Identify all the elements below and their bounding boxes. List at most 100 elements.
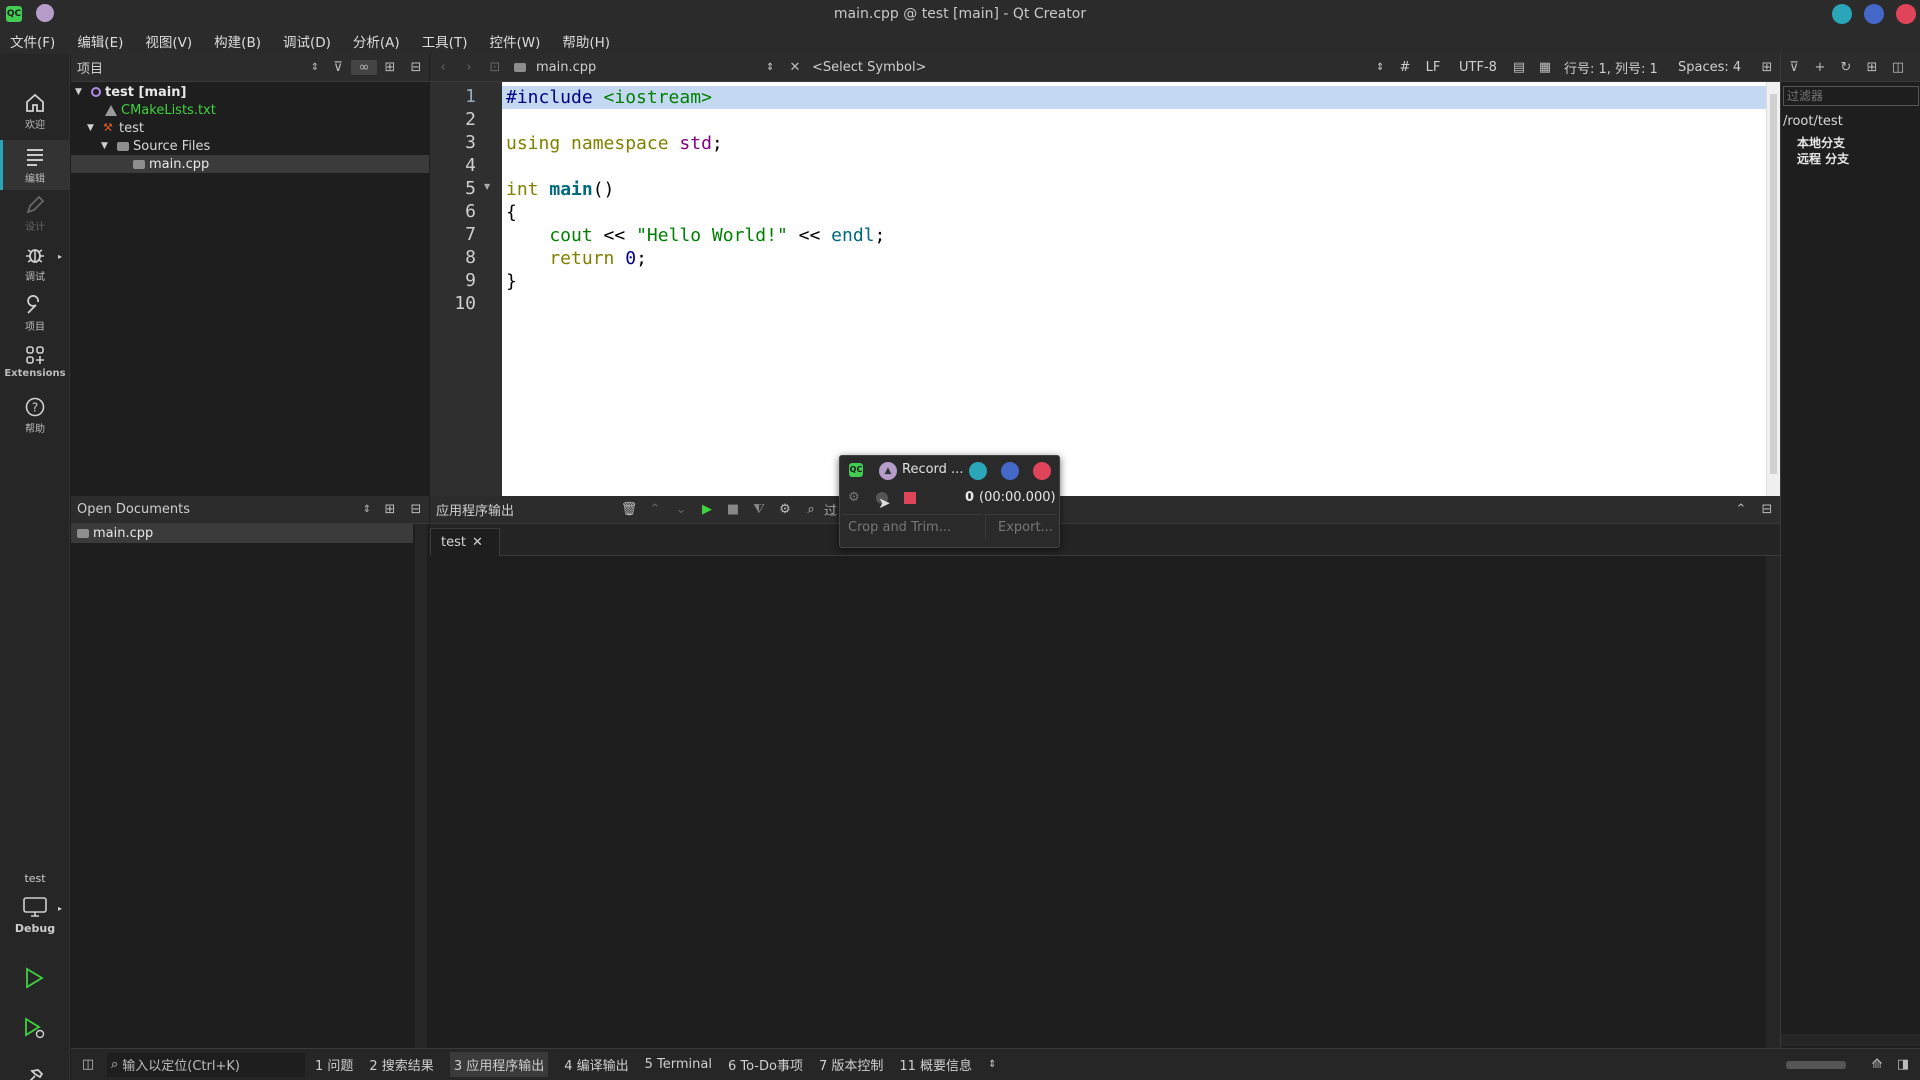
prev-item-icon[interactable]: ⌃ — [642, 502, 668, 517]
open-doc-item[interactable]: main.cpp — [71, 524, 413, 543]
fold-marker-icon[interactable]: ▼ — [484, 182, 490, 191]
file-info-icon[interactable]: ▤ — [1506, 60, 1532, 75]
lock-icon[interactable]: ⊡ — [482, 60, 508, 75]
export-button[interactable]: Export... — [985, 514, 1057, 540]
branch-item-remote[interactable]: 远程 分支 — [1797, 150, 1849, 167]
clear-output-icon[interactable]: 🗑 — [616, 502, 642, 517]
refresh-icon[interactable]: ↻ — [1833, 60, 1859, 75]
split-icon[interactable]: ⊞ — [377, 60, 403, 75]
branch-item-local[interactable]: 本地分支 — [1797, 134, 1845, 151]
recorder-maximize-button[interactable] — [1001, 462, 1019, 480]
tree-item-main-cpp[interactable]: main.cpp — [71, 155, 429, 173]
rerun-icon[interactable]: ▶ — [694, 502, 720, 517]
search-icon[interactable]: ⌕ — [798, 502, 824, 517]
more-panes-arrows-icon[interactable]: ⇕ — [988, 1059, 996, 1070]
output-tab-test[interactable]: test ✕ — [430, 528, 500, 556]
pane-version-control[interactable]: 7 版本控制 — [819, 1055, 883, 1074]
forward-icon[interactable]: › — [456, 60, 482, 75]
git-hscrollbar[interactable] — [1781, 1034, 1920, 1046]
back-icon[interactable]: ‹ — [430, 60, 456, 75]
split-editor-icon[interactable]: ⊞ — [1754, 60, 1780, 75]
document-selector[interactable]: main.cpp — [536, 60, 766, 75]
mode-extensions[interactable]: Extensions — [0, 344, 70, 394]
run-button[interactable] — [22, 966, 46, 990]
menu-analyze[interactable]: 分析(A) — [349, 29, 404, 53]
minimize-button[interactable] — [1832, 4, 1852, 24]
build-button[interactable] — [22, 1066, 46, 1080]
scroll-thumb[interactable] — [1770, 94, 1777, 474]
close-document-icon[interactable]: ✕ — [782, 60, 808, 75]
toggle-sidebar-icon[interactable]: ◫ — [75, 1057, 101, 1072]
mode-help[interactable]: ? 帮助 — [0, 396, 70, 446]
maximize-panel-icon[interactable]: ⌃ — [1728, 502, 1754, 517]
branch-filter-input[interactable] — [1783, 86, 1919, 106]
menu-debug[interactable]: 调试(D) — [279, 29, 335, 53]
symbol-selector-arrows-icon[interactable]: ⇕ — [1376, 62, 1394, 73]
filter-icon[interactable]: ⊽ — [1781, 60, 1807, 75]
close-window-button[interactable] — [1896, 4, 1916, 24]
attach-debugger-icon[interactable]: ⧨ — [746, 502, 772, 517]
cursor-position[interactable]: 行号: 1, 列号: 1 — [1564, 58, 1674, 77]
projects-view-selector[interactable]: 项目 — [77, 58, 103, 77]
sidebar-icon[interactable]: ◫ — [1885, 60, 1911, 75]
menu-build[interactable]: 构建(B) — [210, 29, 265, 53]
pane-general-messages[interactable]: 11 概要信息 — [899, 1055, 972, 1074]
view-selector-arrows-icon[interactable]: ⇕ — [357, 504, 377, 515]
symbol-selector[interactable]: <Select Symbol> — [812, 60, 1376, 75]
view-selector-arrows-icon[interactable]: ⇕ — [305, 62, 325, 73]
document-icon[interactable]: ▦ — [1532, 60, 1558, 75]
tree-item-cmakelists[interactable]: CMakeLists.txt — [105, 101, 216, 119]
close-tab-icon[interactable]: ✕ — [472, 535, 483, 550]
menu-help[interactable]: 帮助(H) — [558, 29, 614, 53]
next-item-icon[interactable]: ⌄ — [668, 502, 694, 517]
pane-issues[interactable]: 1 问题 — [315, 1055, 353, 1074]
mode-projects[interactable]: 项目 — [0, 294, 70, 344]
pane-app-output[interactable]: 3 应用程序输出 — [449, 1052, 549, 1077]
recorder-minimize-button[interactable] — [969, 462, 987, 480]
collapse-arrow-icon[interactable]: ▼ — [101, 141, 111, 151]
progress-details-icon[interactable]: ⟰ — [1864, 1057, 1890, 1072]
split-icon[interactable]: ⊞ — [1859, 60, 1885, 75]
menu-edit[interactable]: 编辑(E) — [73, 29, 127, 53]
recorder-settings-icon[interactable]: ⚙ — [848, 490, 860, 505]
menu-widgets[interactable]: 控件(W) — [485, 29, 544, 53]
menu-file[interactable]: 文件(F) — [6, 29, 59, 53]
open-documents-selector[interactable]: Open Documents — [77, 502, 190, 517]
application-output[interactable] — [430, 556, 1766, 1048]
document-selector-arrows-icon[interactable]: ⇕ — [766, 62, 782, 73]
mode-debug[interactable]: 调试 ▸ — [0, 244, 70, 294]
settings-gear-icon[interactable]: ⚙ — [772, 502, 798, 517]
mode-design[interactable]: 设计 — [0, 194, 70, 244]
recorder-menu-icon[interactable]: ▲ — [879, 462, 897, 480]
sync-link-icon[interactable]: ∞ — [351, 60, 377, 75]
code-editor[interactable]: #include <iostream> using namespace std;… — [502, 82, 1766, 496]
editor-scrollbar[interactable] — [1766, 82, 1780, 496]
tree-item-test-folder[interactable]: ▼ ⚒ test — [87, 119, 144, 137]
close-panel-icon[interactable]: ⊟ — [403, 60, 429, 75]
pane-terminal[interactable]: 5 Terminal — [645, 1057, 712, 1072]
doc-scrollbar[interactable] — [415, 524, 427, 1048]
tree-item-source-files[interactable]: ▼ Source Files — [101, 137, 210, 155]
tree-item-project[interactable]: ▼ test [main] — [75, 83, 186, 101]
recorder-close-button[interactable] — [1033, 462, 1051, 480]
split-icon[interactable]: ⊞ — [377, 502, 403, 517]
close-panel-icon[interactable]: ⊟ — [403, 502, 429, 517]
collapse-arrow-icon[interactable]: ▼ — [75, 87, 85, 97]
output-filter-label[interactable]: 过 — [824, 500, 837, 519]
menu-tools[interactable]: 工具(T) — [418, 29, 472, 53]
add-icon[interactable]: + — [1807, 60, 1833, 75]
debug-run-button[interactable] — [22, 1016, 46, 1040]
locator-input[interactable]: ⌕ 输入以定位(Ctrl+K) — [107, 1052, 305, 1077]
menu-view[interactable]: 视图(V) — [141, 29, 196, 53]
maximize-button[interactable] — [1864, 4, 1884, 24]
output-scrollbar[interactable] — [1766, 556, 1780, 1048]
pane-compile-output[interactable]: 4 编译输出 — [564, 1055, 628, 1074]
crop-trim-button[interactable]: Crop and Trim... — [842, 514, 982, 540]
stop-icon[interactable]: ■ — [720, 502, 746, 517]
pane-search-results[interactable]: 2 搜索结果 — [369, 1055, 433, 1074]
kit-selector[interactable]: ▸ Debug — [0, 896, 70, 946]
collapse-arrow-icon[interactable]: ▼ — [87, 123, 97, 133]
filter-icon[interactable]: ⊽ — [325, 60, 351, 75]
stop-recording-button[interactable] — [904, 492, 916, 504]
pane-todo[interactable]: 6 To-Do事项 — [728, 1055, 803, 1074]
